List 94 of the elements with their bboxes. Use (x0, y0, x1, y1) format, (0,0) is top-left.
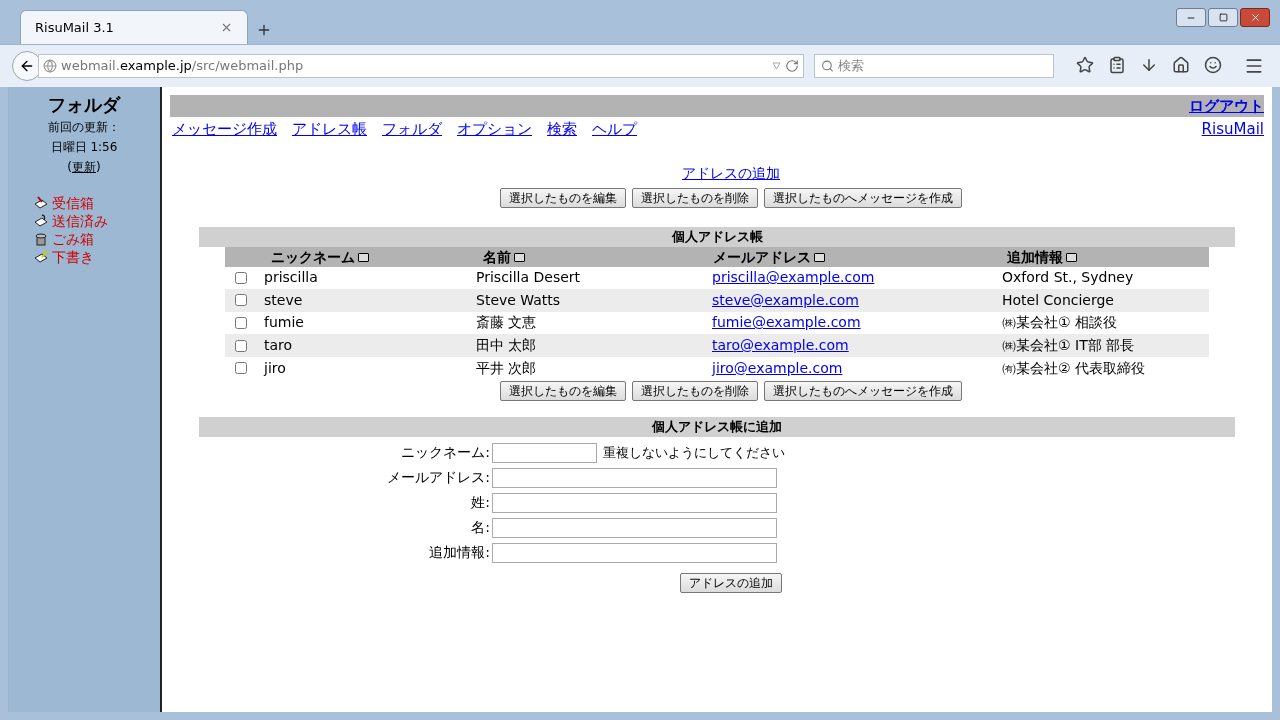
clipboard-icon[interactable] (1108, 56, 1126, 74)
input-field[interactable] (492, 492, 777, 513)
nickname-cell-text: fumie (264, 313, 305, 333)
refresh-link[interactable]: 更新 (72, 158, 96, 176)
menu-link[interactable]: アドレス帳 (292, 118, 367, 141)
row-checkbox[interactable] (235, 271, 247, 284)
close-icon[interactable] (220, 21, 233, 34)
name-cell-text: 斎藤 文恵 (476, 313, 538, 333)
close-icon[interactable] (1249, 12, 1261, 23)
name-cell-text: Priscilla Desert (476, 268, 582, 288)
home-icon[interactable] (1172, 56, 1190, 74)
nickname-cell-text: priscilla (264, 268, 319, 288)
envelope-icon (33, 213, 49, 229)
action-button[interactable]: 選択したものへメッセージを作成 (764, 381, 962, 402)
action-button[interactable]: アドレスの追加 (680, 573, 782, 594)
action-button[interactable]: 選択したものを編集 (500, 187, 626, 208)
sort-icon[interactable] (514, 252, 525, 262)
hint-text: 重複しないようにしてください (603, 444, 785, 463)
name-cell-text: 田中 太郎 (476, 336, 538, 356)
paren-text: ) (96, 159, 101, 176)
brand-link[interactable]: RisuMail (1201, 118, 1264, 141)
nickname-cell-text: jiro (264, 358, 287, 378)
section-header: 個人アドレス帳 (199, 226, 1235, 247)
url-text: webmail.example.jp/src/webmail.php (61, 57, 305, 76)
bookmark-star-icon[interactable] (1076, 56, 1094, 74)
column-header[interactable]: メールアドレス (713, 246, 811, 268)
download-icon[interactable] (1140, 56, 1158, 74)
field-label: 名: (470, 518, 491, 538)
field-label: 姓: (470, 493, 491, 513)
last-update-label: 前回の更新： (48, 119, 120, 136)
trash-can-icon (33, 231, 49, 247)
column-header[interactable]: ニックネーム (271, 246, 355, 268)
action-button[interactable]: 選択したものへメッセージを作成 (764, 187, 962, 208)
paren-text: ( (67, 159, 72, 176)
last-update-time: 日曜日 1:56 (50, 139, 118, 156)
info-cell-text: ㈱某会社① 相談役 (1002, 313, 1118, 333)
sort-icon[interactable] (814, 252, 825, 262)
section-header: 個人アドレス帳に追加 (199, 417, 1235, 438)
menu-link[interactable]: ヘルプ (592, 118, 637, 141)
smiley-icon[interactable] (1204, 56, 1222, 74)
row-checkbox[interactable] (235, 317, 247, 329)
menu-link[interactable]: 検索 (547, 118, 577, 141)
field-label: メールアドレス: (386, 468, 491, 488)
reload-icon[interactable] (785, 59, 799, 73)
nickname-cell-text: steve (264, 290, 304, 310)
email-link[interactable]: taro@example.com (712, 335, 1002, 357)
column-header[interactable]: 追加情報 (1007, 246, 1063, 268)
row-checkbox[interactable] (235, 362, 247, 375)
input-field[interactable] (492, 517, 777, 538)
search-field[interactable]: 検索 (814, 54, 1054, 78)
info-cell-text: Hotel Concierge (1002, 290, 1115, 310)
column-header[interactable]: 名前 (483, 246, 511, 268)
nickname-cell-text: taro (264, 336, 294, 356)
new-tab-icon[interactable] (256, 22, 272, 38)
minimize-button[interactable] (1176, 8, 1206, 27)
add-address-link[interactable]: アドレスの追加 (682, 162, 780, 184)
maximize-icon[interactable] (1218, 13, 1228, 22)
back-icon[interactable] (19, 58, 35, 74)
input-field[interactable] (492, 467, 777, 488)
sort-icon[interactable] (358, 252, 369, 262)
maximize-button[interactable] (1208, 8, 1238, 27)
menu-icon[interactable] (1244, 56, 1264, 76)
menu-link[interactable]: メッセージ作成 (172, 118, 277, 141)
email-link[interactable]: steve@example.com (712, 289, 1002, 311)
action-button[interactable]: 選択したものを削除 (632, 187, 758, 208)
input-field[interactable] (492, 442, 597, 463)
close-button[interactable] (1240, 8, 1270, 27)
email-link[interactable]: fumie@example.com (712, 312, 1002, 334)
info-cell-text: ㈱某会社① IT部 部長 (1002, 336, 1136, 356)
envelope-icon (33, 249, 49, 265)
search-icon (821, 59, 834, 73)
info-cell-text: Oxford St., Sydney (1002, 268, 1135, 288)
info-cell-text: ㈲某会社② 代表取締役 (1002, 358, 1146, 378)
field-label: ニックネーム: (400, 443, 491, 463)
input-field[interactable] (492, 542, 777, 563)
email-link[interactable]: jiro@example.com (712, 357, 1002, 379)
browser-tab[interactable]: RisuMail 3.1 (20, 10, 248, 44)
action-button[interactable]: 選択したものを編集 (500, 381, 626, 402)
name-cell-text: Steve Watts (476, 290, 562, 310)
row-checkbox[interactable] (235, 294, 247, 307)
name-cell-text: 平井 次郎 (476, 358, 538, 378)
email-link[interactable]: priscilla@example.com (712, 267, 1002, 289)
menu-link[interactable]: フォルダ (382, 118, 442, 141)
menu-link[interactable]: オプション (457, 118, 532, 141)
address-bar[interactable]: webmail.example.jp/src/webmail.php (38, 54, 804, 78)
field-label: 追加情報: (428, 543, 491, 563)
search-input[interactable]: 検索 (837, 56, 1047, 76)
row-checkbox[interactable] (235, 339, 247, 352)
sidebar-title: フォルダ (48, 93, 120, 117)
envelope-icon (33, 195, 49, 211)
action-button[interactable]: 選択したものを削除 (632, 381, 758, 402)
globe-icon (43, 59, 57, 73)
logout-link[interactable]: ログアウト (1189, 94, 1264, 118)
sort-icon[interactable] (1066, 252, 1077, 262)
